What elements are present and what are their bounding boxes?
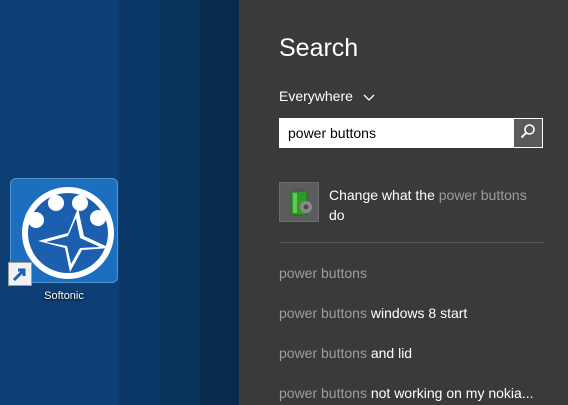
suggestion-item[interactable]: power buttons and lid [279,345,549,365]
chevron-down-icon [363,90,375,102]
search-input[interactable] [279,119,514,147]
suggestion-highlight: power buttons [279,345,367,361]
search-scope-dropdown[interactable]: Everywhere [279,86,375,106]
search-icon [520,123,536,144]
suggestion-highlight: power buttons [279,305,367,321]
scope-value: Everywhere [279,88,353,104]
result-suffix: do [329,207,345,223]
search-result-power-buttons[interactable]: Change what the power buttons do [279,182,543,224]
battery-settings-icon [279,182,319,222]
suggestion-rest: and lid [366,345,413,361]
suggestion-highlight: power buttons [279,265,367,281]
desktop: Softonic [0,0,239,405]
result-prefix: Change what the [329,187,439,203]
shortcut-arrow-icon [8,262,32,286]
pane-title: Search [279,34,359,62]
suggestion-rest: windows 8 start [366,305,468,321]
results-divider [279,242,544,243]
desktop-shortcut-softonic[interactable]: Softonic [8,178,120,302]
suggestion-item[interactable]: power buttons windows 8 start [279,305,549,325]
suggestion-item[interactable]: power buttons [279,265,549,285]
search-pane: Search Everywhere C [239,0,568,405]
search-box [279,118,543,148]
suggestion-item[interactable]: power buttons not working on my nokia... [279,385,549,405]
search-button[interactable] [514,119,542,147]
result-text: Change what the power buttons do [329,185,543,225]
shortcut-label: Softonic [44,290,84,302]
suggestion-rest: not working on my nokia... [366,385,534,401]
result-highlight: power buttons [438,187,527,203]
suggestion-highlight: power buttons [279,385,367,401]
